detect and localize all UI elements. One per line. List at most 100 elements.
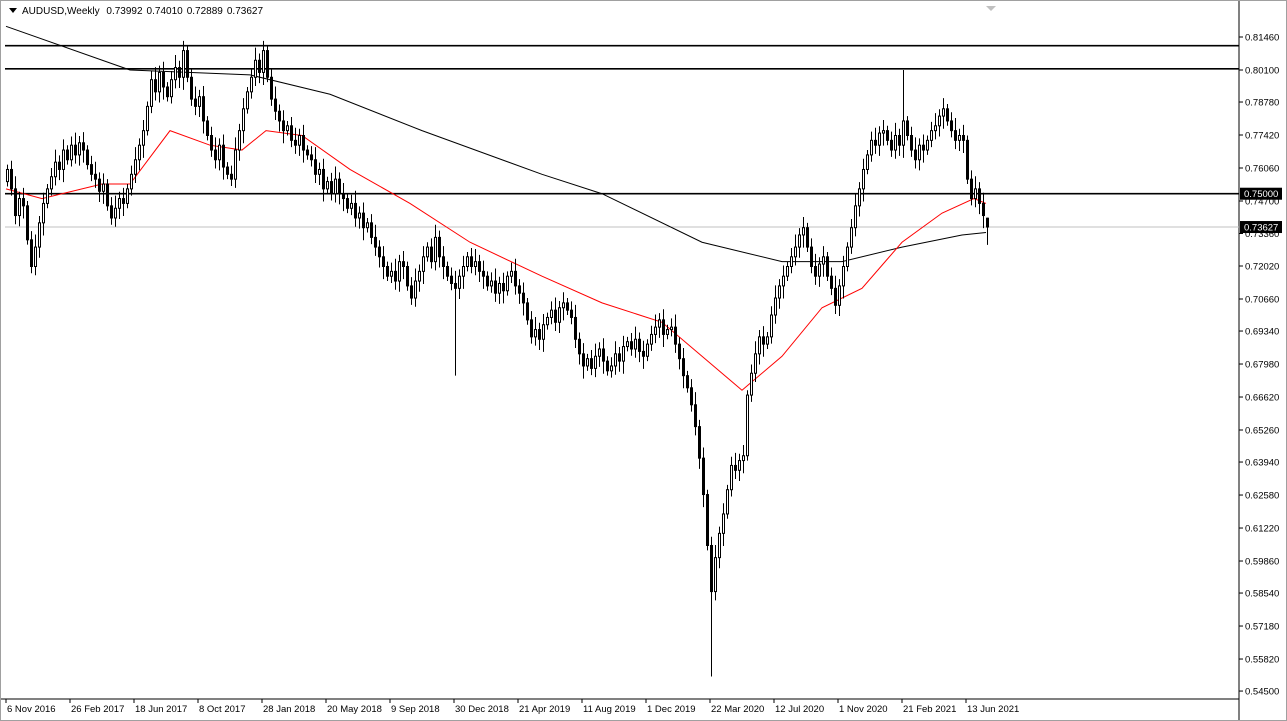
candle-body <box>378 246 381 258</box>
candle <box>710 536 713 677</box>
candle-body <box>774 297 777 316</box>
candle-body <box>282 120 285 132</box>
candle-body <box>522 292 525 304</box>
y-tick-label: 0.61220 <box>1245 524 1279 535</box>
y-tick-label: 0.76060 <box>1245 164 1279 175</box>
candle <box>446 261 449 282</box>
dropdown-triangle-icon[interactable] <box>9 8 17 13</box>
candle-body <box>478 261 481 272</box>
candle-body <box>386 265 389 277</box>
candle-body <box>470 256 473 267</box>
y-tick-label: 0.69340 <box>1245 327 1279 338</box>
candle <box>774 285 777 324</box>
candle-body <box>54 161 57 178</box>
candle <box>238 123 241 161</box>
candle-body <box>422 256 425 272</box>
candle <box>454 270 457 376</box>
candle-body <box>590 358 593 369</box>
candle-body <box>846 246 849 267</box>
candle <box>138 138 141 171</box>
candle-body <box>926 139 929 151</box>
candle <box>610 357 613 378</box>
candle <box>742 445 745 474</box>
y-tick-label: 0.77420 <box>1245 131 1279 142</box>
candle-body <box>94 173 97 180</box>
x-tick-label: 9 Sep 2018 <box>391 704 440 715</box>
candle-body <box>302 134 305 151</box>
candle-body <box>266 50 269 78</box>
candle-body <box>10 168 13 190</box>
candle-body <box>294 139 297 146</box>
candle-body <box>258 59 261 73</box>
candle <box>498 276 501 304</box>
candle <box>894 122 897 159</box>
candle <box>86 145 89 170</box>
candle <box>546 312 549 330</box>
x-tick-label: 13 Jun 2021 <box>967 704 1019 715</box>
candle-body <box>198 96 201 107</box>
candle <box>206 116 209 141</box>
chart-window: 0.81460 0.80100 0.78780 0.77420 0.76060 0.747… <box>0 0 1287 721</box>
candle-body <box>866 154 869 170</box>
candle-body <box>238 130 241 151</box>
y-tick-label: 0.78780 <box>1245 98 1279 109</box>
candle-body <box>278 110 281 122</box>
candle <box>30 231 33 274</box>
candle <box>346 193 349 214</box>
candle <box>814 253 817 285</box>
candle-body <box>150 79 153 107</box>
candle <box>342 183 345 212</box>
candle-body <box>394 270 397 282</box>
candle <box>658 313 661 338</box>
candle-body <box>146 105 149 132</box>
candle <box>82 132 85 163</box>
candle <box>450 267 453 291</box>
candle <box>306 145 309 160</box>
candle <box>538 322 541 350</box>
candle <box>682 348 685 389</box>
candle <box>58 155 61 181</box>
candle-body <box>502 282 505 292</box>
candle-body <box>462 265 465 277</box>
candle-body <box>886 130 889 141</box>
candle-body <box>978 188 981 204</box>
candle <box>462 255 465 289</box>
candle-body <box>338 178 341 195</box>
candle-body <box>718 532 721 559</box>
ohlc-open: 0.73992 <box>106 6 143 17</box>
candle-body <box>314 159 317 175</box>
candle <box>66 145 69 165</box>
candle-body <box>210 134 213 151</box>
candle <box>486 271 489 291</box>
candle <box>74 132 77 164</box>
price-chart[interactable]: 0.814600.801000.787800.774200.760600.747… <box>1 1 1286 720</box>
candle <box>110 197 113 225</box>
candle <box>166 82 169 102</box>
ohlc-high: 0.74010 <box>146 6 183 17</box>
candle <box>282 110 285 144</box>
candle-body <box>458 275 461 289</box>
candle-body <box>162 71 165 88</box>
candle-body <box>474 261 477 267</box>
candle <box>194 86 197 116</box>
candle <box>638 332 641 363</box>
candle-body <box>902 120 905 146</box>
candle <box>298 128 301 156</box>
candle-body <box>254 59 257 78</box>
candle-body <box>910 134 913 151</box>
candle-body <box>810 246 813 267</box>
candle-body <box>606 360 609 372</box>
candle <box>502 272 505 304</box>
candle <box>602 338 605 374</box>
candle <box>950 112 953 138</box>
candle-body <box>334 178 337 195</box>
candle <box>186 45 189 83</box>
candle <box>338 172 341 205</box>
candle <box>182 40 185 90</box>
candle <box>966 135 969 185</box>
x-tick-label: 12 Jul 2020 <box>775 704 824 715</box>
candle <box>426 242 429 262</box>
candle-body <box>562 302 565 309</box>
candle <box>314 147 317 184</box>
candle-body <box>350 202 353 209</box>
